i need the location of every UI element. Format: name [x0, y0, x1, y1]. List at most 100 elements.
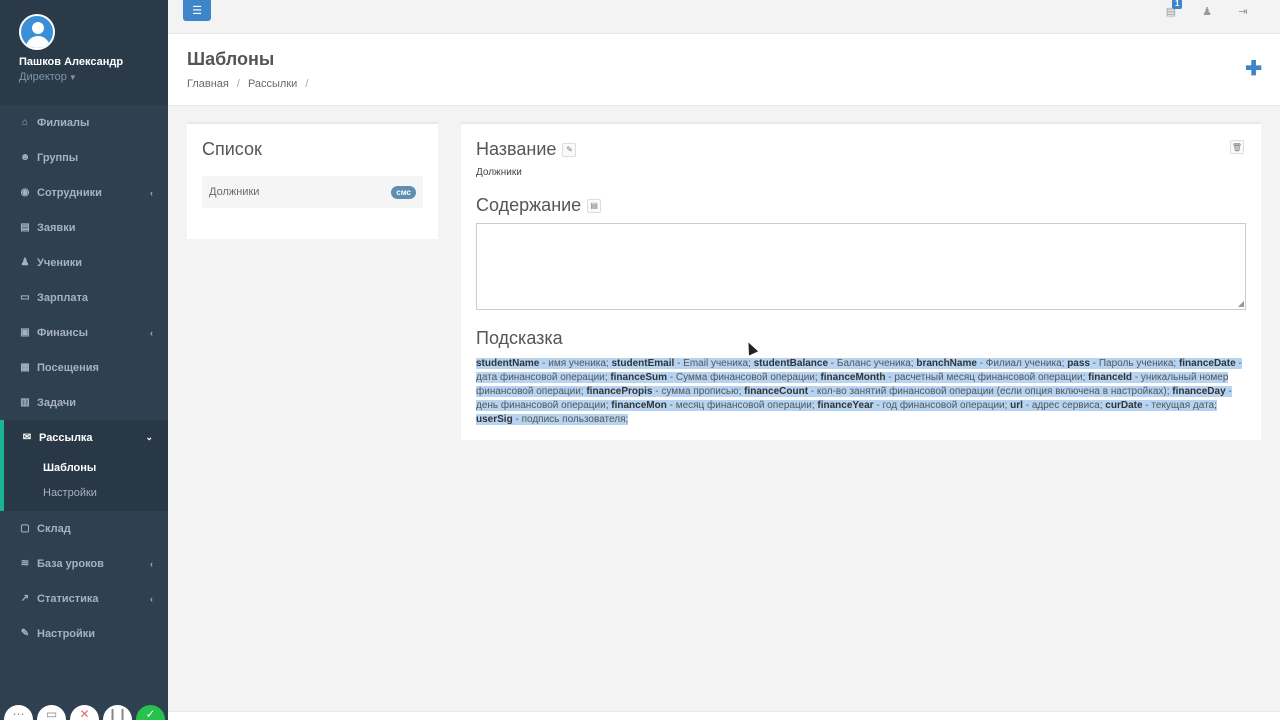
hint-description: - адрес сервиса;	[1022, 400, 1106, 411]
sidebar-nav-lower: ▢ Склад ≋ База уроков ‹ ↗ Статистика ‹ ✎ Настройк…	[0, 511, 168, 651]
hint-description: - подпись пользователя;	[512, 414, 629, 425]
sidebar-item[interactable]: ↗ Статистика ‹	[0, 581, 168, 616]
footer	[168, 711, 1280, 720]
database-icon: ≋	[20, 558, 30, 569]
pencil-icon: ✎	[566, 145, 573, 154]
check-icon[interactable]: ✓	[136, 705, 165, 720]
templates-list-panel: Список Должники смс	[187, 122, 438, 239]
content-textarea[interactable]: ◢	[476, 223, 1246, 310]
hint-variable: studentEmail	[611, 358, 675, 369]
save-content-button[interactable]: ▤	[587, 198, 602, 213]
sidebar-item[interactable]: ▢ Склад	[0, 511, 168, 546]
topbar-icons: ▤ 1 ♟ ⇥	[1164, 0, 1250, 18]
menu-toggle-button[interactable]: ☰	[183, 0, 211, 21]
hint-variable: studentName	[476, 358, 540, 369]
calendar-icon: ▦	[20, 362, 30, 373]
sidebar-item-label: База уроков	[37, 557, 104, 570]
avatar[interactable]	[19, 14, 55, 50]
list-item[interactable]: Должники смс	[202, 176, 423, 208]
sidebar-item-label: Группы	[37, 151, 79, 164]
call-controls: ⋯ ▭ ✕ ❙❙ ✓	[0, 694, 168, 720]
chevron-left-icon: ‹	[150, 593, 153, 604]
delete-template-button[interactable]: 🗑	[1230, 140, 1244, 154]
hint-variable: financeSum	[610, 372, 668, 383]
plus-icon: ✚	[1245, 58, 1262, 80]
sidebar-subitem-templates[interactable]: Шаблоны	[4, 455, 168, 480]
add-template-button[interactable]: ✚	[1245, 58, 1262, 80]
sidebar-submenu: Шаблоны Настройки	[4, 455, 168, 511]
sidebar: Пашков Александр Директор ▼ ⌂ Филиалы ☻ Груп…	[0, 0, 168, 720]
logout-button[interactable]: ⇥	[1236, 4, 1250, 18]
chevron-left-icon: ‹	[150, 327, 153, 338]
template-name-value: Должники	[476, 167, 522, 178]
bank-icon: ⌂	[21, 117, 29, 128]
page-title: Шаблоны	[187, 49, 275, 69]
hint-variable: url	[1010, 400, 1023, 411]
hint-description: - Филиал ученика;	[976, 358, 1068, 369]
tasks-notification-button[interactable]: ▤ 1	[1164, 0, 1183, 18]
credit-card-icon: ▭	[20, 292, 30, 303]
sidebar-item-label: Ученики	[37, 256, 83, 269]
close-icon[interactable]: ✕	[70, 705, 99, 720]
pause-icon[interactable]: ❙❙	[103, 705, 132, 720]
hint-variable: financeCount	[744, 386, 809, 397]
sidebar-nav: ⌂ Филиалы ☻ Группы ◉ Сотрудники ‹ ▤ Заявки ♟ Учени…	[0, 105, 168, 420]
hint-description: - Email ученика;	[674, 358, 754, 369]
hint-variable: pass	[1067, 358, 1090, 369]
more-icon[interactable]: ⋯	[4, 705, 33, 720]
sidebar-item[interactable]: ✎ Настройки	[0, 616, 168, 651]
sidebar-item-label: Рассылка	[39, 431, 93, 444]
sidebar-subitem-settings[interactable]: Настройки	[4, 480, 168, 505]
hint-variable: financeYear	[817, 400, 874, 411]
hint-variable: financeId	[1088, 372, 1133, 383]
breadcrumb-home[interactable]: Главная	[187, 78, 229, 90]
sidebar-item[interactable]: ▭ Зарплата	[0, 280, 168, 315]
hint-variable: financeDay	[1172, 386, 1226, 397]
sidebar-item-label: Задачи	[37, 396, 76, 409]
user-role: Директор	[19, 71, 67, 83]
user-name: Пашков Александр	[19, 56, 124, 68]
sidebar-item[interactable]: ☻ Группы	[0, 140, 168, 175]
hint-variable: curDate	[1105, 400, 1143, 411]
sidebar-item-mailing-toggle[interactable]: ✉ Рассылка ⌄	[4, 420, 168, 455]
profile-button[interactable]: ♟	[1200, 4, 1214, 18]
content-title: Содержание	[476, 195, 582, 215]
hint-variable: userSig	[476, 414, 513, 425]
user-role-dropdown[interactable]: Директор ▼	[19, 71, 149, 83]
users-icon: ☻	[19, 152, 31, 163]
save-icon: ▤	[590, 201, 598, 210]
sidebar-item[interactable]: ▦ Посещения	[0, 350, 168, 385]
breadcrumb: Главная / Рассылки /	[187, 78, 309, 90]
sidebar-item[interactable]: ◉ Сотрудники ‹	[0, 175, 168, 210]
hint-description: - Баланс ученика;	[828, 358, 917, 369]
breadcrumb-mailings[interactable]: Рассылки	[248, 78, 297, 90]
video-icon[interactable]: ▭	[37, 705, 66, 720]
hint-description: - месяц финансовой операции;	[666, 400, 818, 411]
hint-description: - кол-во занятий финансовой операции (ес…	[808, 386, 1173, 397]
money-icon: ▣	[20, 327, 30, 338]
sidebar-item-mailing: ✉ Рассылка ⌄ Шаблоны Настройки	[0, 420, 168, 511]
sidebar-item[interactable]: ▥ Задачи	[0, 385, 168, 420]
sidebar-item[interactable]: ⌂ Филиалы	[0, 105, 168, 140]
hint-description: - год финансовой операции;	[873, 400, 1011, 411]
resize-handle-icon[interactable]: ◢	[1238, 300, 1244, 308]
list-item-label: Должники	[209, 186, 260, 198]
template-editor-panel: 🗑 Название ✎ Должники Содержание ▤ ◢ Под…	[461, 122, 1261, 440]
sidebar-item[interactable]: ≋ База уроков ‹	[0, 546, 168, 581]
sidebar-item[interactable]: ▣ Финансы ‹	[0, 315, 168, 350]
page-header: Шаблоны Главная / Рассылки / ✚	[168, 34, 1280, 106]
sidebar-item[interactable]: ▤ Заявки	[0, 210, 168, 245]
book-icon: ▤	[20, 222, 30, 233]
user-circle-icon: ◉	[20, 187, 30, 198]
chart-icon: ↗	[20, 593, 30, 604]
edit-name-button[interactable]: ✎	[562, 142, 577, 157]
caret-down-icon: ▼	[68, 73, 77, 82]
box-icon: ▢	[20, 523, 30, 534]
name-title: Название	[476, 139, 557, 159]
sms-badge: смс	[391, 185, 416, 199]
sidebar-item[interactable]: ♟ Ученики	[0, 245, 168, 280]
hint-variable: branchName	[916, 358, 977, 369]
hint-text: studentName - имя ученика; studentEmail …	[476, 357, 1246, 427]
hint-title: Подсказка	[476, 328, 563, 348]
tasks-icon: ▥	[20, 397, 30, 408]
